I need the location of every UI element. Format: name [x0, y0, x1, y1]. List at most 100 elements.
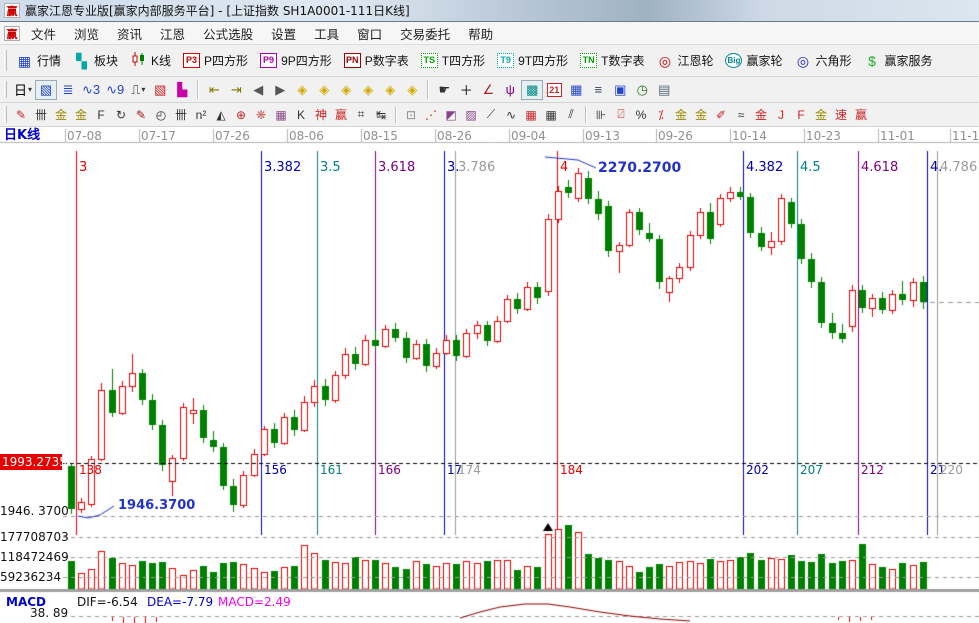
fan-tool[interactable]: ⋰: [421, 106, 441, 124]
span-arrow-tool[interactable]: ↹: [371, 106, 391, 124]
zigzag-tool[interactable]: ∿: [501, 106, 521, 124]
notes-tool-button[interactable]: ≡: [587, 80, 609, 100]
gold-grid-tool[interactable]: 金: [51, 106, 71, 124]
info-view-button[interactable]: ≣: [57, 80, 79, 100]
percent-slope-tool[interactable]: ⍁: [611, 106, 631, 124]
speed-gold-tool[interactable]: 金: [811, 106, 831, 124]
calculator-tool-button[interactable]: ▦: [565, 80, 587, 100]
f-ruler-tool[interactable]: F: [91, 106, 111, 124]
page-left-button[interactable]: ◀: [247, 80, 269, 100]
page-right-button[interactable]: ▶: [269, 80, 291, 100]
brush-tool[interactable]: ✎: [11, 106, 31, 124]
slope-tool[interactable]: ⫽: [561, 106, 581, 124]
diamond-move-button[interactable]: ◈: [401, 80, 423, 100]
n-square-tool[interactable]: n²: [191, 106, 211, 124]
gold-line-tool[interactable]: 金: [691, 106, 711, 124]
t-number-table-button[interactable]: TNT数字表: [575, 49, 651, 72]
9p-square-button[interactable]: P99P四方形: [255, 49, 339, 72]
speed-angle-tool[interactable]: 速: [831, 106, 851, 124]
grid-123-tool[interactable]: ⌗: [351, 106, 371, 124]
t-square-button[interactable]: TST四方形: [416, 49, 492, 72]
j-angle-tool[interactable]: J: [771, 106, 791, 124]
f-angle-tool[interactable]: F: [791, 106, 811, 124]
gold-angle-tool[interactable]: 金: [751, 106, 771, 124]
menu-item-8[interactable]: 交易委托: [391, 22, 459, 45]
pattern-view-button[interactable]: ▧: [35, 80, 57, 100]
calendar-tool-button[interactable]: 21: [543, 80, 565, 100]
menu-item-5[interactable]: 设置: [262, 22, 305, 45]
target-cross-tool[interactable]: ⊕: [231, 106, 251, 124]
9t-square-button[interactable]: T99T四方形: [492, 49, 575, 72]
crosshair-tool-button[interactable]: ＋: [455, 80, 477, 100]
wave-band-tool[interactable]: ≈: [731, 106, 751, 124]
menu-item-6[interactable]: 工具: [305, 22, 348, 45]
kline-candles-icon: [130, 52, 147, 69]
gann-wheel-button[interactable]: ◎江恩轮: [651, 49, 720, 72]
wave-9-button[interactable]: ∿9: [103, 80, 127, 100]
grid-overlay-tool[interactable]: ▦: [271, 106, 291, 124]
p-number-table-button[interactable]: PNP数字表: [339, 49, 416, 72]
toolbar-grip[interactable]: [4, 50, 7, 72]
time-circle-tool[interactable]: ◴: [151, 106, 171, 124]
gold-grid2-tool[interactable]: 金: [71, 106, 91, 124]
diamond-right-button[interactable]: ◈: [313, 80, 335, 100]
trend-line-tool[interactable]: ⟋: [481, 106, 501, 124]
color-histogram-button[interactable]: ▙: [171, 80, 193, 100]
flag-brush-tool[interactable]: ✐: [711, 106, 731, 124]
dense-grid-tool[interactable]: ▦: [521, 106, 541, 124]
wave-3-button[interactable]: ∿3: [79, 80, 103, 100]
period-day-dropdown[interactable]: 日▾: [11, 80, 35, 100]
9t-square-button-icon: T9: [497, 53, 514, 68]
menu-item-3[interactable]: 江恩: [151, 22, 194, 45]
hexagon-button[interactable]: ◎六角形: [790, 49, 859, 72]
pattern-red-button[interactable]: ▧: [149, 80, 171, 100]
remote-tool-button[interactable]: ▤: [653, 80, 675, 100]
candle-style-dropdown[interactable]: ⎍▾: [127, 80, 149, 100]
star-grid-tool[interactable]: ❋: [251, 106, 271, 124]
spiral-tool[interactable]: ↻: [111, 106, 131, 124]
quotes-button[interactable]: ▦行情: [11, 49, 68, 72]
winner-wheel-button[interactable]: Big赢家轮: [720, 49, 789, 72]
menu-item-9[interactable]: 帮助: [459, 22, 502, 45]
win-tool[interactable]: 赢: [331, 106, 351, 124]
gold-circle-tool[interactable]: 金: [671, 106, 691, 124]
winner-service-button[interactable]: $赢家服务: [859, 49, 940, 72]
diamond-left-button[interactable]: ◈: [291, 80, 313, 100]
sectors-button[interactable]: ▚板块: [68, 49, 125, 72]
ray-box-tool[interactable]: ▨: [461, 106, 481, 124]
save-tool-button[interactable]: ▣: [609, 80, 631, 100]
jump-last-button[interactable]: ⇥: [225, 80, 247, 100]
diamond-cross-button[interactable]: ◈: [357, 80, 379, 100]
chart-time-tool-button[interactable]: ◷: [631, 80, 653, 100]
box-measure-tool[interactable]: ⊡: [401, 106, 421, 124]
win-angle-tool[interactable]: 赢: [851, 106, 871, 124]
menu-item-4[interactable]: 公式选股: [194, 22, 262, 45]
hand-tool-button[interactable]: ☛: [433, 80, 455, 100]
dense-grid2-tool[interactable]: ▦: [541, 106, 561, 124]
diamond-expand-button[interactable]: ◈: [335, 80, 357, 100]
fan-box-tool[interactable]: ◩: [441, 106, 461, 124]
menu-item-7[interactable]: 窗口: [348, 22, 391, 45]
set-square-tool[interactable]: ◭: [211, 106, 231, 124]
diamond-plus-button[interactable]: ◈: [379, 80, 401, 100]
percent-tool[interactable]: %: [631, 106, 651, 124]
gann-fork-button[interactable]: ψ: [499, 80, 521, 100]
maze-tool-button[interactable]: ▩: [521, 80, 543, 100]
jump-first-button[interactable]: ⇤: [203, 80, 225, 100]
fence-tool[interactable]: 卌: [171, 106, 191, 124]
k-quote-tool[interactable]: K: [291, 106, 311, 124]
candlestick-chart[interactable]: [0, 127, 979, 623]
kline-button[interactable]: K线: [125, 49, 178, 72]
menu-item-1[interactable]: 浏览: [65, 22, 108, 45]
menu-item-0[interactable]: 文件: [22, 22, 65, 45]
grid-tool[interactable]: 卌: [31, 106, 51, 124]
shen-tool[interactable]: 神: [311, 106, 331, 124]
toolbar-grip[interactable]: [4, 81, 7, 99]
p-square-button[interactable]: P3P四方形: [178, 49, 255, 72]
price-scale-tool[interactable]: ⊪: [591, 106, 611, 124]
percent-line-tool[interactable]: ⁒: [651, 106, 671, 124]
angle-measure-button[interactable]: ∠: [477, 80, 499, 100]
red-brush-tool[interactable]: ✎: [131, 106, 151, 124]
toolbar-grip[interactable]: [4, 106, 7, 122]
menu-item-2[interactable]: 资讯: [108, 22, 151, 45]
